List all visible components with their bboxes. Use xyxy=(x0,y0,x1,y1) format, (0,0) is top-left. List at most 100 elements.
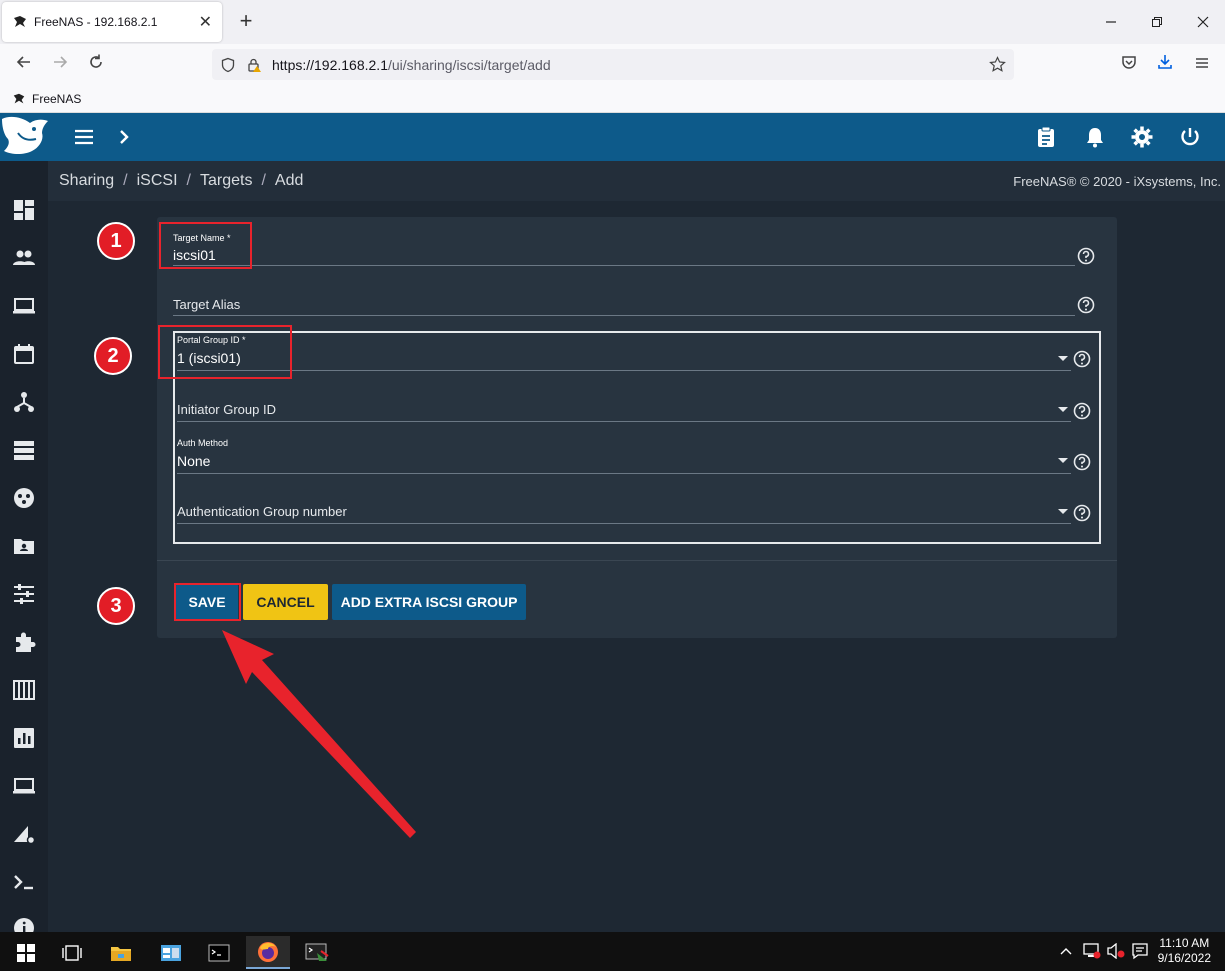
auth-method-caret-icon[interactable] xyxy=(1058,458,1068,463)
auth-method-underline xyxy=(177,473,1071,474)
freenas-bookmark-icon xyxy=(13,93,25,104)
url-bar[interactable]: https://192.168.2.1/ui/sharing/iscsi/tar… xyxy=(212,49,1014,80)
speaker-muted-icon[interactable] xyxy=(1106,943,1126,959)
file-explorer-icon[interactable] xyxy=(99,936,143,969)
firefox-icon[interactable] xyxy=(246,936,290,969)
add-extra-iscsi-group-button[interactable]: ADD EXTRA ISCSI GROUP xyxy=(332,584,526,620)
breadcrumb-separator: / xyxy=(123,172,128,189)
annotation-badge-2: 2 xyxy=(94,337,132,375)
accounts-icon[interactable] xyxy=(12,246,36,270)
target-name-underline xyxy=(173,265,1075,266)
portal-group-help-icon[interactable] xyxy=(1073,350,1091,368)
target-alias-field[interactable]: Target Alias xyxy=(173,290,1075,320)
download-icon[interactable] xyxy=(1153,53,1177,77)
hamburger-menu-icon[interactable] xyxy=(72,125,96,149)
browser-tab[interactable]: FreeNAS - 192.168.2.1 ✕ xyxy=(2,2,222,42)
target-alias-help-icon[interactable] xyxy=(1077,296,1095,314)
auth-group-select[interactable]: Authentication Group number xyxy=(177,497,1071,525)
annotation-box-target-name xyxy=(159,222,252,269)
app-header xyxy=(0,113,1225,161)
form-divider xyxy=(157,560,1117,561)
breadcrumb-sharing[interactable]: Sharing xyxy=(59,172,114,190)
show-hidden-icons-chevron-icon[interactable] xyxy=(1060,946,1072,956)
shield-icon[interactable] xyxy=(220,57,236,73)
target-alias-underline xyxy=(173,315,1075,316)
network-icon[interactable] xyxy=(12,390,36,414)
annotation-arrow-icon xyxy=(222,630,416,838)
initiator-group-select[interactable]: Initiator Group ID xyxy=(177,395,1071,423)
shell-icon[interactable] xyxy=(12,870,36,894)
services-tune-icon[interactable] xyxy=(12,582,36,606)
auth-method-help-icon[interactable] xyxy=(1073,453,1091,471)
chevron-right-icon[interactable] xyxy=(112,125,136,149)
new-tab-button[interactable]: + xyxy=(234,10,258,34)
breadcrumb-targets[interactable]: Targets xyxy=(200,172,252,190)
bookmark-freenas[interactable]: FreeNAS xyxy=(32,92,81,106)
portal-group-caret-icon[interactable] xyxy=(1058,356,1068,361)
back-arrow-icon[interactable] xyxy=(12,53,36,77)
system-laptop-icon[interactable] xyxy=(12,294,36,318)
target-name-field[interactable]: Target Name * iscsi01 xyxy=(173,228,1075,268)
annotation-box-portal-group xyxy=(158,325,292,379)
virtual-machines-icon[interactable] xyxy=(12,774,36,798)
auth-group-caret-icon[interactable] xyxy=(1058,509,1068,514)
auth-group-label: Authentication Group number xyxy=(177,504,347,519)
auth-method-select[interactable]: Auth Method None xyxy=(177,433,1071,475)
windows-start-icon[interactable] xyxy=(4,936,48,969)
lock-warning-icon[interactable] xyxy=(246,57,262,73)
notifications-icon[interactable] xyxy=(1131,942,1149,960)
dashboard-icon[interactable] xyxy=(12,198,36,222)
auth-method-value: None xyxy=(177,453,211,469)
auth-group-help-icon[interactable] xyxy=(1073,504,1091,522)
clipboard-icon[interactable] xyxy=(1034,125,1058,149)
windows-taskbar xyxy=(0,932,1225,971)
tasks-calendar-icon[interactable] xyxy=(12,342,36,366)
bell-icon[interactable] xyxy=(1083,125,1107,149)
remote-shell-icon[interactable] xyxy=(295,936,339,969)
reload-icon[interactable] xyxy=(84,53,108,77)
gear-icon[interactable] xyxy=(1130,125,1154,149)
sharing-folder-icon[interactable] xyxy=(12,534,36,558)
annotation-box-save xyxy=(174,583,241,621)
info-icon[interactable] xyxy=(12,916,36,932)
tab-close-icon[interactable]: ✕ xyxy=(199,12,212,32)
task-view-icon[interactable] xyxy=(50,936,94,969)
initiator-group-help-icon[interactable] xyxy=(1073,402,1091,420)
plugins-puzzle-icon[interactable] xyxy=(12,630,36,654)
freenas-logo-icon[interactable] xyxy=(0,113,50,161)
reporting-chart-icon[interactable] xyxy=(12,726,36,750)
url-host: https://192.168.2.1 xyxy=(272,56,388,73)
display-system-processes-icon[interactable] xyxy=(12,822,36,846)
target-alias-label: Target Alias xyxy=(173,297,241,312)
browser-tab-bar: FreeNAS - 192.168.2.1 ✕ + xyxy=(0,0,1225,44)
tab-title: FreeNAS - 192.168.2.1 xyxy=(34,15,158,29)
breadcrumb-separator: / xyxy=(261,172,266,189)
network-tray-icon[interactable] xyxy=(1083,943,1101,959)
portal-group-select[interactable]: Portal Group ID * 1 (iscsi01) xyxy=(177,331,1071,371)
initiator-group-caret-icon[interactable] xyxy=(1058,407,1068,412)
pocket-icon[interactable] xyxy=(1117,53,1141,77)
copyright-text: FreeNAS® © 2020 - iXsystems, Inc. xyxy=(1013,174,1221,189)
taskbar-clock[interactable]: 11:10 AM 9/16/2022 xyxy=(1158,936,1211,966)
sidebar xyxy=(0,161,48,932)
directory-services-icon[interactable] xyxy=(12,486,36,510)
power-icon[interactable] xyxy=(1178,125,1202,149)
command-prompt-icon[interactable] xyxy=(197,936,241,969)
breadcrumb-iscsi[interactable]: iSCSI xyxy=(137,172,178,190)
server-manager-icon[interactable] xyxy=(149,936,193,969)
breadcrumb-add: Add xyxy=(274,172,304,189)
restore-icon[interactable] xyxy=(1134,0,1180,44)
initiator-group-label: Initiator Group ID xyxy=(177,402,276,417)
menu-icon[interactable] xyxy=(1190,53,1214,77)
jails-icon[interactable] xyxy=(12,678,36,702)
storage-icon[interactable] xyxy=(12,438,36,462)
url-path: /ui/sharing/iscsi/target/add xyxy=(387,56,551,73)
portal-group-underline xyxy=(177,370,1071,371)
auth-group-underline xyxy=(177,523,1071,524)
cancel-button[interactable]: CANCEL xyxy=(243,584,328,620)
target-name-help-icon[interactable] xyxy=(1077,247,1095,265)
minimize-icon[interactable] xyxy=(1088,0,1134,44)
close-window-icon[interactable] xyxy=(1180,0,1225,44)
forward-arrow-icon[interactable] xyxy=(48,53,72,77)
bookmark-star-icon[interactable] xyxy=(989,56,1006,73)
